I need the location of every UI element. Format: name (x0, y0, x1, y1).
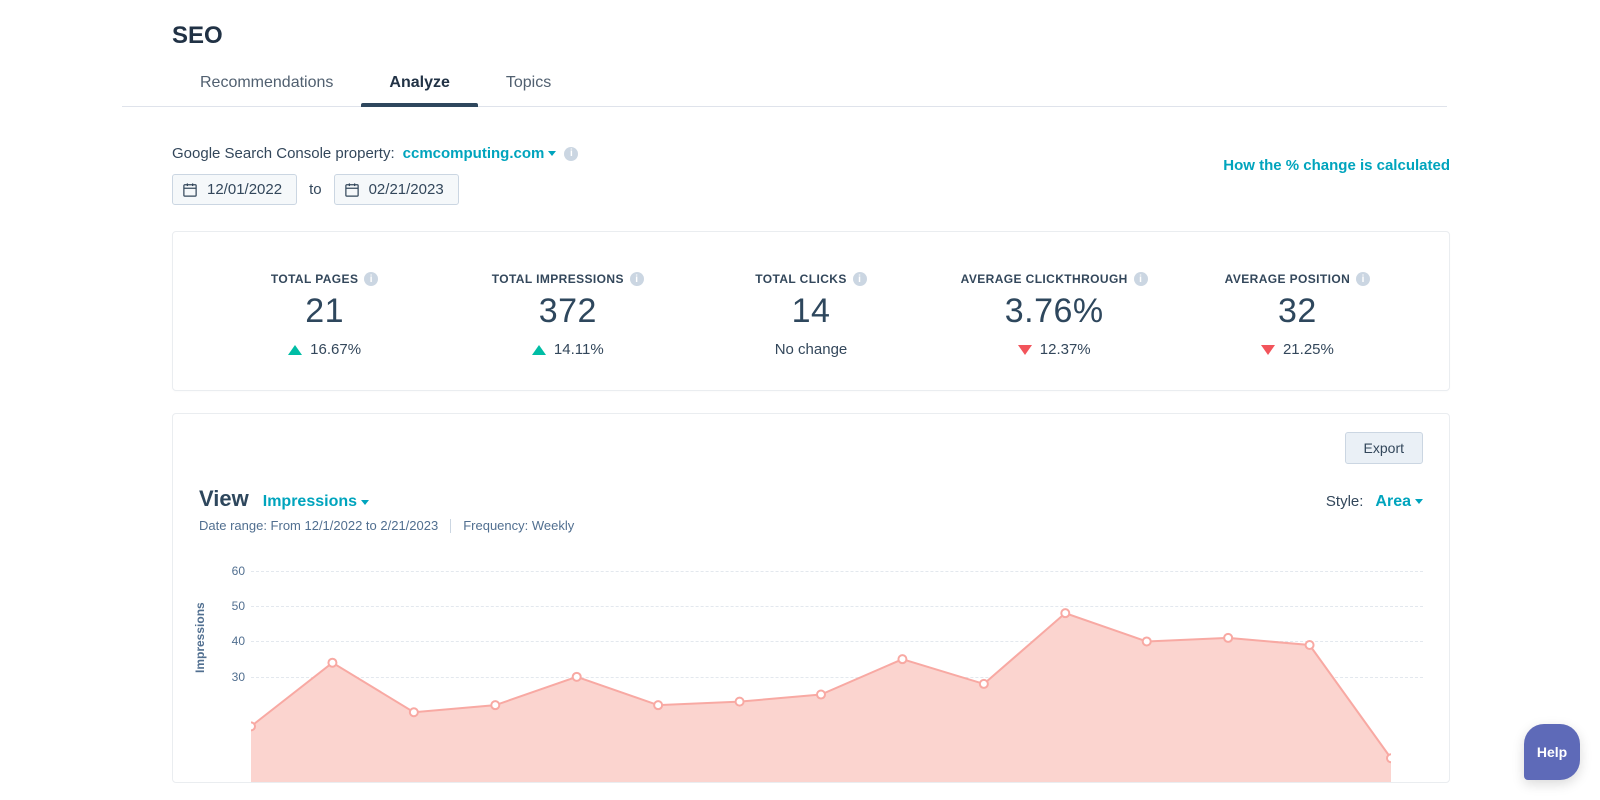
arrow-up-icon (532, 345, 546, 355)
style-text: Area (1375, 493, 1411, 511)
view-title: View (199, 486, 249, 512)
metric-0: TOTAL PAGES i 21 16.67% (203, 272, 446, 358)
impressions-chart (251, 553, 1391, 783)
data-point[interactable] (1143, 637, 1151, 645)
metric-4: AVERAGE POSITION i 32 21.25% (1176, 272, 1419, 358)
metric-label-text: AVERAGE POSITION (1225, 272, 1351, 286)
metric-label-text: AVERAGE CLICKTHROUGH (961, 272, 1128, 286)
arrow-down-icon (1261, 345, 1275, 355)
data-point[interactable] (1061, 609, 1069, 617)
date-from-text: 12/01/2022 (207, 181, 282, 198)
export-button[interactable]: Export (1345, 432, 1423, 464)
metric-label-text: TOTAL IMPRESSIONS (492, 272, 624, 286)
style-dropdown[interactable]: Area (1375, 493, 1423, 511)
metric-2: TOTAL CLICKS i 14 No change (689, 272, 932, 358)
data-point[interactable] (328, 659, 336, 667)
metric-change: 12.37% (933, 341, 1176, 358)
data-point[interactable] (736, 698, 744, 706)
view-metric-dropdown[interactable]: Impressions (263, 493, 369, 511)
info-icon[interactable]: i (364, 272, 378, 286)
info-icon[interactable]: i (1356, 272, 1370, 286)
chart-card: Export View Impressions Style: Area (172, 413, 1450, 783)
metric-label: TOTAL PAGES i (203, 272, 446, 286)
y-tick: 50 (221, 599, 245, 613)
calendar-icon (345, 183, 359, 197)
metric-label-text: TOTAL CLICKS (755, 272, 846, 286)
chart-frequency: Frequency: Weekly (463, 518, 574, 533)
data-point[interactable] (654, 701, 662, 709)
calendar-icon (183, 183, 197, 197)
metric-3: AVERAGE CLICKTHROUGH i 3.76% 12.37% (933, 272, 1176, 358)
tab-topics[interactable]: Topics (478, 64, 579, 106)
y-tick: 30 (221, 670, 245, 684)
data-point[interactable] (573, 673, 581, 681)
info-icon[interactable]: i (630, 272, 644, 286)
metric-change-text: 21.25% (1283, 341, 1334, 358)
gsc-label: Google Search Console property: (172, 145, 395, 162)
gsc-property-text: ccmcomputing.com (403, 145, 545, 162)
metric-value: 3.76% (933, 292, 1176, 331)
separator (450, 519, 451, 533)
metric-change: 21.25% (1176, 341, 1419, 358)
metric-1: TOTAL IMPRESSIONS i 372 14.11% (446, 272, 689, 358)
data-point[interactable] (410, 708, 418, 716)
metric-label: TOTAL IMPRESSIONS i (446, 272, 689, 286)
date-to-text: 02/21/2023 (369, 181, 444, 198)
info-icon[interactable]: i (1134, 272, 1148, 286)
metric-value: 14 (689, 292, 932, 331)
metrics-card: TOTAL PAGES i 21 16.67% TOTAL IMPRESSIONS i 37… (172, 231, 1450, 391)
chevron-down-icon (361, 500, 369, 505)
chart-date-range: Date range: From 12/1/2022 to 2/21/2023 (199, 518, 438, 533)
date-to-label: to (309, 181, 322, 198)
arrow-up-icon (288, 345, 302, 355)
gsc-property-dropdown[interactable]: ccmcomputing.com (403, 145, 557, 162)
metric-label: TOTAL CLICKS i (689, 272, 932, 286)
info-icon[interactable]: i (853, 272, 867, 286)
style-label: Style: (1326, 493, 1364, 510)
chevron-down-icon (548, 151, 556, 156)
metric-change: 16.67% (203, 341, 446, 358)
metric-change-text: 12.37% (1040, 341, 1091, 358)
metric-value: 372 (446, 292, 689, 331)
data-point[interactable] (980, 680, 988, 688)
data-point[interactable] (1387, 754, 1391, 762)
info-icon[interactable]: i (564, 147, 578, 161)
arrow-down-icon (1018, 345, 1032, 355)
how-change-link[interactable]: How the % change is calculated (1223, 157, 1450, 174)
data-point[interactable] (491, 701, 499, 709)
metric-label: AVERAGE POSITION i (1176, 272, 1419, 286)
metric-label: AVERAGE CLICKTHROUGH i (933, 272, 1176, 286)
metric-change: 14.11% (446, 341, 689, 358)
y-axis-label: Impressions (193, 602, 207, 673)
metric-change-text: No change (775, 341, 848, 358)
view-metric-text: Impressions (263, 493, 357, 511)
chevron-down-icon (1415, 499, 1423, 504)
metric-change-text: 14.11% (554, 341, 604, 358)
data-point[interactable] (817, 691, 825, 699)
data-point[interactable] (251, 722, 255, 730)
metric-change: No change (689, 341, 932, 358)
metric-label-text: TOTAL PAGES (271, 272, 359, 286)
data-point[interactable] (898, 655, 906, 663)
tab-analyze[interactable]: Analyze (361, 64, 477, 106)
y-tick: 60 (221, 564, 245, 578)
tab-recommendations[interactable]: Recommendations (172, 64, 361, 106)
chart-area: Impressions 30405060 (199, 553, 1423, 783)
data-point[interactable] (1306, 641, 1314, 649)
date-to-picker[interactable]: 02/21/2023 (334, 174, 459, 205)
date-from-picker[interactable]: 12/01/2022 (172, 174, 297, 205)
y-tick: 40 (221, 634, 245, 648)
help-button[interactable]: Help (1524, 724, 1580, 780)
tabs: RecommendationsAnalyzeTopics (122, 64, 1447, 107)
page-title: SEO (172, 22, 1600, 50)
metric-change-text: 16.67% (310, 341, 361, 358)
data-point[interactable] (1224, 634, 1232, 642)
metric-value: 32 (1176, 292, 1419, 331)
metric-value: 21 (203, 292, 446, 331)
